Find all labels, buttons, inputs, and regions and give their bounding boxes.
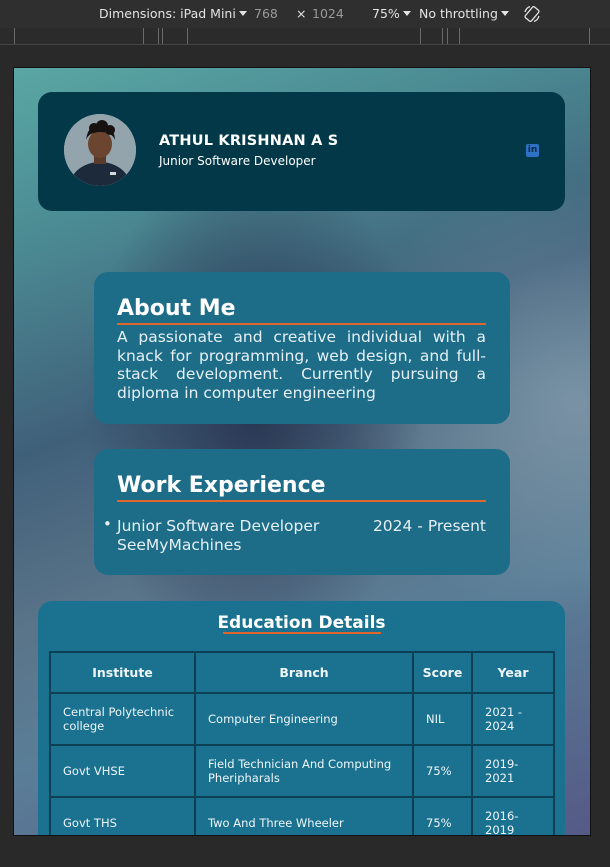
- dimensions-label: Dimensions: iPad Mini: [99, 6, 236, 21]
- table-row: Govt VHSE Field Technician And Computing…: [49, 744, 555, 798]
- avatar: [64, 114, 136, 186]
- table-row: Central Polytechnic college Computer Eng…: [49, 692, 555, 746]
- dimensions-dropdown[interactable]: Dimensions: iPad Mini: [99, 6, 247, 21]
- table-cell: 2021 - 2024: [471, 692, 555, 746]
- rotate-icon[interactable]: [522, 4, 542, 24]
- about-text: A passionate and creative individual wit…: [117, 328, 486, 402]
- throttling-label: No throttling: [419, 6, 498, 21]
- zoom-label: 75%: [372, 6, 400, 21]
- table-cell: 2019-2021: [471, 744, 555, 798]
- experience-company: SeeMyMachines: [117, 536, 242, 554]
- throttling-dropdown[interactable]: No throttling: [419, 6, 509, 21]
- table-cell: NIL: [412, 692, 473, 746]
- experience-period: 2024 - Present: [372, 517, 486, 535]
- chevron-down-icon: [402, 11, 411, 16]
- table-cell: Computer Engineering: [194, 692, 414, 746]
- table-cell: 75%: [412, 796, 473, 835]
- column-header: Score: [412, 651, 473, 694]
- education-section: Education Details Institute Branch Score…: [38, 601, 565, 835]
- devtools-device-toolbar: Dimensions: iPad Mini 768 × 1024 75% No …: [0, 0, 610, 28]
- profile-role: Junior Software Developer: [159, 154, 316, 168]
- table-row: Govt THS Two And Three Wheeler 75% 2016-…: [49, 796, 555, 835]
- times-symbol: ×: [296, 6, 307, 21]
- height-input[interactable]: 1024: [312, 6, 344, 21]
- experience-title: Junior Software Developer: [117, 517, 320, 535]
- education-table: Institute Branch Score Year Central Poly…: [49, 651, 555, 835]
- about-heading-underline: [117, 323, 486, 325]
- chevron-down-icon: [238, 11, 247, 16]
- column-header: Year: [471, 651, 555, 694]
- table-cell: 2016-2019: [471, 796, 555, 835]
- width-input[interactable]: 768: [254, 6, 278, 21]
- about-section: About Me A passionate and creative indiv…: [94, 272, 510, 424]
- table-cell: 75%: [412, 744, 473, 798]
- profile-name: ATHUL KRISHNAN A S: [159, 133, 339, 149]
- education-heading: Education Details: [217, 613, 386, 633]
- profile-card: ATHUL KRISHNAN A S Junior Software Devel…: [38, 92, 565, 211]
- zoom-dropdown[interactable]: 75%: [372, 6, 411, 21]
- linkedin-icon[interactable]: in: [526, 144, 539, 157]
- bullet-icon: •: [103, 515, 112, 533]
- column-header: Branch: [194, 651, 414, 694]
- chevron-down-icon: [500, 11, 509, 16]
- experience-section: Work Experience • Junior Software Develo…: [94, 449, 510, 575]
- media-query-ruler: [0, 28, 610, 45]
- table-cell: Two And Three Wheeler: [194, 796, 414, 835]
- education-heading-underline: [223, 632, 381, 634]
- experience-heading: Work Experience: [117, 473, 326, 498]
- about-heading: About Me: [117, 296, 236, 321]
- table-cell: Field Technician And Computing Pheriphar…: [194, 744, 414, 798]
- experience-heading-underline: [117, 500, 486, 502]
- column-header: Institute: [49, 651, 196, 694]
- table-header-row: Institute Branch Score Year: [49, 651, 555, 694]
- table-cell: Central Polytechnic college: [49, 692, 196, 746]
- table-cell: Govt VHSE: [49, 744, 196, 798]
- table-cell: Govt THS: [49, 796, 196, 835]
- device-viewport: ATHUL KRISHNAN A S Junior Software Devel…: [13, 67, 591, 836]
